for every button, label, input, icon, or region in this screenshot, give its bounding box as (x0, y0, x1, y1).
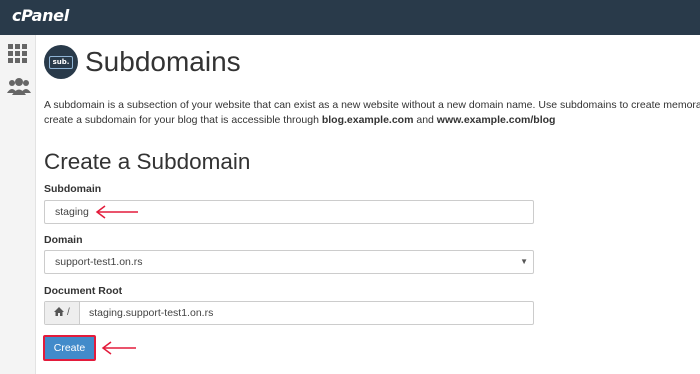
annotation-arrow-icon (101, 341, 136, 355)
domain-select[interactable]: support-test1.on.rs ▼ (44, 250, 534, 274)
document-root-value: staging.support-test1.on.rs (89, 307, 214, 319)
root-slash: / (67, 307, 70, 318)
subdomain-label: Subdomain (44, 183, 102, 195)
example-path: www.example.com/blog (436, 114, 556, 126)
create-button[interactable]: Create (43, 335, 96, 361)
top-bar: cPanel (0, 0, 700, 35)
create-subdomain-heading: Create a Subdomain (44, 149, 251, 174)
cpanel-logo[interactable]: cPanel (12, 6, 69, 25)
annotation-arrow-icon (95, 205, 138, 219)
users-icon[interactable] (7, 76, 31, 97)
domain-label: Domain (44, 234, 83, 246)
description-text: create a subdomain for your blog that is… (44, 114, 322, 126)
document-root-label: Document Root (44, 285, 123, 297)
subdomain-input-value: staging (55, 206, 89, 218)
example-subdomain: blog.example.com (321, 114, 414, 126)
domain-select-value: support-test1.on.rs (55, 256, 143, 268)
document-root-prefix: / (45, 302, 80, 324)
home-icon (54, 307, 67, 318)
main-content: sub. Subdomains A subdomain is a subsect… (35, 35, 700, 374)
grid-icon[interactable] (7, 43, 28, 64)
sidebar (0, 35, 36, 374)
description-text: and (413, 114, 437, 126)
subdomain-icon-label: sub. (49, 56, 73, 69)
subdomains-page-icon: sub. (44, 45, 78, 79)
description-line-2: create a subdomain for your blog that is… (44, 113, 700, 128)
document-root-input[interactable]: / staging.support-test1.on.rs (44, 301, 534, 325)
page-description: A subdomain is a subsection of your webs… (44, 98, 700, 128)
page-title: Subdomains (85, 46, 241, 77)
caret-down-icon: ▼ (520, 257, 528, 266)
description-line-1: A subdomain is a subsection of your webs… (44, 99, 700, 111)
